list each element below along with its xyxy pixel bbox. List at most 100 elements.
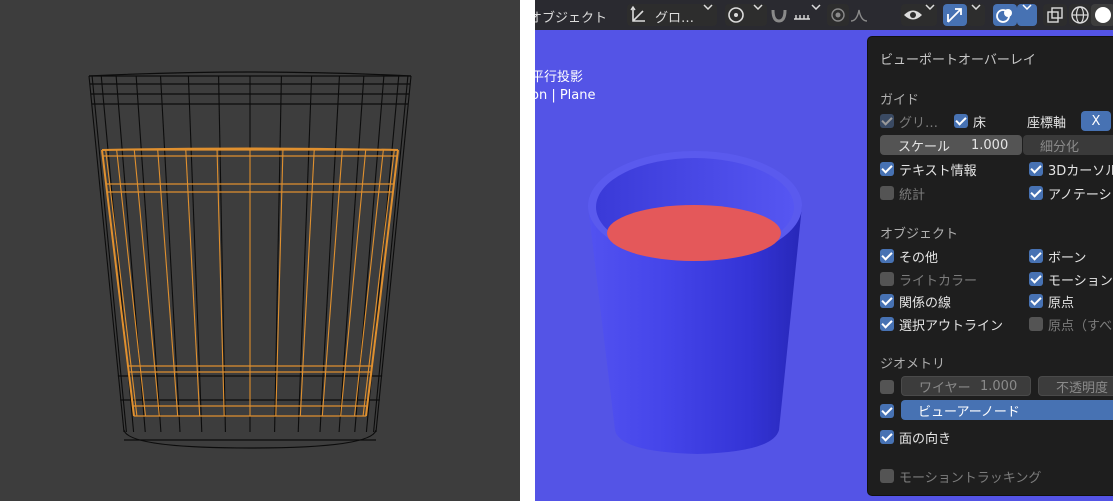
grid-checkbox[interactable]: グリ… [880, 112, 939, 131]
section-geometry: ジオメトリ [880, 357, 946, 372]
xray-toggle[interactable] [1043, 4, 1067, 26]
chevron-down-icon [971, 4, 981, 10]
statistics-checkbox[interactable]: 統計 [880, 184, 926, 203]
3d-cursor-label: 3Dカーソル [1048, 163, 1113, 179]
grid-scale-field[interactable]: スケール 1.000 [880, 135, 1022, 155]
checkbox-icon [1029, 186, 1043, 200]
checkbox-icon [880, 162, 894, 176]
annotations-checkbox[interactable]: アノテーシ [1029, 184, 1112, 203]
motion-tracking-checkbox[interactable]: モーショントラッキング [880, 467, 1042, 486]
checkbox-icon [1029, 272, 1043, 286]
overlay-circles-icon [996, 9, 1012, 23]
wire-edge [187, 75, 203, 433]
relationship-lines-label: 関係の線 [899, 295, 952, 311]
overlays-toggle[interactable] [993, 4, 1017, 26]
gizmo-dropdown[interactable] [967, 4, 985, 26]
wireframe-opacity-field[interactable]: 不透明度 [1038, 376, 1113, 396]
wireframe-threshold-field[interactable]: ワイヤー 1.000 [901, 376, 1031, 396]
checkbox-icon [880, 469, 894, 483]
checkbox-icon [880, 272, 894, 286]
proportional-edit-toggle[interactable] [827, 4, 849, 26]
transform-orientation-label: グロ… [655, 11, 695, 26]
snap-target-dropdown[interactable] [791, 4, 821, 26]
light-colors-label: ライトカラー [899, 273, 978, 289]
annotations-label: アノテーシ [1048, 187, 1112, 203]
wire-edge [115, 75, 146, 433]
motion-paths-checkbox[interactable]: モーション [1029, 270, 1113, 289]
wire-edge [354, 75, 385, 433]
viewer-node-checkbox[interactable] [880, 402, 899, 420]
checkbox-icon [880, 404, 894, 418]
axes-label: 座標軸 [1027, 115, 1067, 131]
checkbox-icon [1029, 162, 1043, 176]
transform-orientation-dropdown[interactable]: グロ… [627, 4, 717, 26]
statistics-label: 統計 [899, 187, 926, 203]
gizmo-arrows-icon [947, 8, 962, 23]
relationship-lines-checkbox[interactable]: 関係の線 [880, 292, 952, 311]
scale-label: スケール [898, 139, 951, 155]
checkbox-icon [880, 186, 894, 200]
origins-all-checkbox[interactable]: 原点（すべ [1029, 315, 1113, 334]
checkbox-icon [880, 114, 894, 128]
grid-label: グリ… [899, 115, 939, 131]
motion-tracking-label: モーショントラッキング [899, 470, 1042, 486]
subdivisions-label: 細分化 [1040, 139, 1080, 155]
solid-viewport[interactable]: 平行投影 on | Plane オブジェクト グロ… ビューポートオーバーレイ … [535, 0, 1113, 501]
bones-checkbox[interactable]: ボーン [1029, 247, 1087, 266]
origins-checkbox[interactable]: 原点 [1029, 292, 1075, 311]
wire-edge [135, 75, 162, 433]
overlays-dropdown[interactable] [1017, 4, 1037, 26]
solid-sphere-icon [1095, 7, 1111, 23]
wire-edge [319, 75, 340, 433]
shading-solid-button[interactable] [1091, 4, 1113, 26]
eye-icon [904, 10, 922, 20]
snap-toggle[interactable] [767, 4, 791, 26]
light-colors-checkbox[interactable]: ライトカラー [880, 270, 978, 289]
falloff-dropdown[interactable] [849, 4, 869, 26]
chevron-down-icon [1022, 4, 1032, 10]
opacity-label: 不透明度 [1056, 380, 1109, 396]
viewer-node-field[interactable]: ビューアーノード [901, 400, 1113, 420]
face-orientation-label: 面の向き [899, 431, 952, 447]
chevron-down-icon [703, 4, 713, 10]
extras-checkbox[interactable]: その他 [880, 247, 938, 266]
3d-cursor-checkbox[interactable]: 3Dカーソル [1029, 160, 1113, 179]
checkbox-icon [954, 114, 968, 128]
wireframe-checkbox[interactable] [880, 378, 899, 396]
chevron-down-icon [925, 4, 935, 10]
checkbox-icon [880, 430, 894, 444]
projection-label: 平行投影 [535, 70, 584, 85]
text-info-label: テキスト情報 [899, 163, 977, 179]
gizmo-toggle[interactable] [943, 4, 967, 26]
subdivisions-field[interactable]: 細分化 [1023, 135, 1113, 155]
wire-edge [338, 75, 365, 433]
mode-label[interactable]: オブジェクト [535, 7, 607, 26]
wireframe-viewport[interactable] [0, 0, 520, 501]
viewport-header: オブジェクト グロ… [535, 0, 1113, 30]
axis-x-toggle[interactable]: X [1081, 111, 1111, 131]
origins-all-label: 原点（すべ [1048, 318, 1113, 334]
floor-checkbox[interactable]: 床 [954, 112, 986, 131]
origins-label: 原点 [1048, 295, 1075, 311]
visibility-dropdown[interactable] [901, 4, 937, 26]
snap-increment-icon [794, 15, 810, 20]
checkbox-icon [880, 317, 894, 331]
cup-liquid [607, 205, 781, 261]
text-info-checkbox[interactable]: テキスト情報 [880, 160, 977, 179]
bones-label: ボーン [1048, 250, 1087, 266]
shading-wireframe-button[interactable] [1069, 4, 1091, 26]
outline-selected-label: 選択アウトライン [899, 318, 1004, 334]
viewer-node-label: ビューアーノード [918, 404, 1020, 420]
face-orientation-checkbox[interactable]: 面の向き [880, 428, 952, 447]
transform-axes-icon [630, 5, 645, 22]
checkbox-icon [1029, 249, 1043, 263]
wire-base [123, 429, 377, 449]
chevron-down-icon [753, 4, 763, 10]
outline-selected-checkbox[interactable]: 選択アウトライン [880, 315, 1004, 334]
proportional-edit-icon [831, 8, 845, 22]
magnet-icon [771, 9, 787, 23]
pivot-icon [728, 7, 744, 23]
wire-edge [373, 75, 409, 433]
popover-title: ビューポートオーバーレイ [880, 53, 1036, 68]
pivot-point-dropdown[interactable] [725, 4, 767, 26]
